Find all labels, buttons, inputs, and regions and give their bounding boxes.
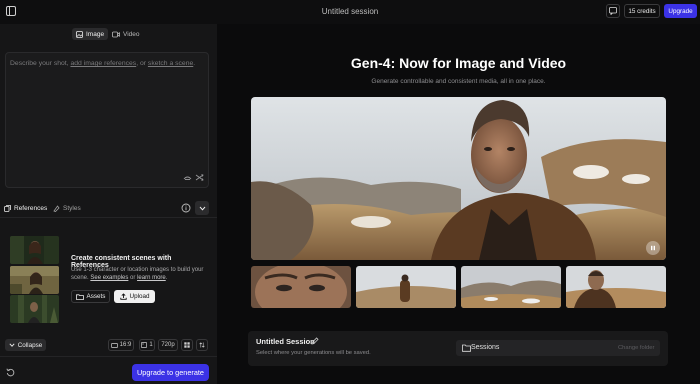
- aspect-ratio-select[interactable]: 16:9: [108, 339, 134, 351]
- upload-button[interactable]: Upload: [114, 290, 155, 303]
- tab-image[interactable]: Image: [72, 28, 109, 40]
- upload-icon: [119, 293, 127, 300]
- chat-button[interactable]: [606, 4, 620, 18]
- tab-video[interactable]: Video: [108, 28, 144, 40]
- image-count-value: 1: [149, 342, 153, 348]
- upload-label: Upload: [129, 293, 150, 300]
- credits-button[interactable]: 15 credits: [624, 4, 660, 18]
- grid-icon: [184, 342, 190, 348]
- grid-settings-button[interactable]: [181, 339, 193, 351]
- tab-image-label: Image: [86, 30, 105, 38]
- chevron-down-icon: [9, 343, 15, 347]
- references-description: Use 1-3 character or location images to …: [71, 267, 204, 282]
- collapse-label: Collapse: [17, 341, 43, 349]
- styles-icon: [53, 204, 60, 212]
- upgrade-button[interactable]: Upgrade: [664, 4, 697, 18]
- gallery-thumbnail[interactable]: [251, 266, 351, 308]
- reset-icon[interactable]: [6, 368, 15, 377]
- image-icon: [76, 30, 83, 38]
- change-folder-button[interactable]: Change folder: [618, 345, 654, 351]
- aspect-ratio-icon: [110, 342, 118, 348]
- tab-styles[interactable]: Styles: [53, 202, 81, 214]
- gallery-thumbnail[interactable]: [566, 266, 666, 308]
- prompt-placeholder: Describe your shot, add image references…: [10, 60, 196, 67]
- session-title: Untitled session: [321, 7, 379, 16]
- image-count-icon: [141, 342, 148, 348]
- hero-video-preview[interactable]: [251, 97, 666, 260]
- see-examples-link[interactable]: See examples: [90, 275, 128, 281]
- gallery-thumbnail[interactable]: [356, 266, 456, 308]
- reference-thumbnail[interactable]: [10, 266, 59, 294]
- sort-button[interactable]: [196, 339, 208, 351]
- sketch-a-scene-link[interactable]: sketch a scene: [148, 60, 193, 67]
- assets-label: Assets: [86, 293, 106, 300]
- enhance-prompt-icon[interactable]: [183, 173, 192, 182]
- folder-icon: [462, 344, 471, 352]
- tab-styles-label: Styles: [63, 204, 81, 212]
- resolution-value: 720p: [161, 342, 175, 348]
- chevron-down-icon: [199, 206, 205, 211]
- folder-icon: [75, 293, 84, 300]
- prompt-input[interactable]: [5, 52, 209, 188]
- gallery-thumbnail[interactable]: [461, 266, 561, 308]
- pencil-icon[interactable]: [311, 337, 319, 345]
- session-description: Select where your generations will be sa…: [256, 350, 371, 356]
- image-count-select[interactable]: 1: [139, 339, 155, 351]
- references-icon: [4, 204, 11, 212]
- sort-arrows-icon: [199, 342, 205, 348]
- resolution-select[interactable]: 720p: [158, 339, 178, 351]
- pause-button[interactable]: [646, 241, 660, 255]
- references-toggle-button[interactable]: [195, 201, 209, 215]
- page-subtitle: Generate controllable and consistent med…: [371, 78, 546, 85]
- aspect-ratio-value: 16:9: [119, 342, 132, 348]
- reference-thumbnail[interactable]: [10, 236, 59, 264]
- session-name: Untitled Session: [256, 337, 315, 346]
- chat-icon: [609, 7, 617, 15]
- tab-references[interactable]: References: [4, 202, 47, 214]
- learn-more-link[interactable]: learn more: [137, 275, 166, 281]
- page-title: Gen-4: Now for Image and Video: [350, 55, 567, 71]
- tab-video-label: Video: [123, 30, 140, 38]
- random-prompt-icon[interactable]: [195, 173, 204, 182]
- sessions-folder-label: Sessions: [471, 344, 500, 351]
- pause-icon: [651, 245, 655, 251]
- divider: [0, 217, 217, 218]
- tab-references-label: References: [14, 204, 48, 212]
- video-icon: [112, 31, 120, 37]
- upgrade-to-generate-button[interactable]: Upgrade to generate: [132, 364, 209, 381]
- divider: [0, 356, 217, 357]
- info-icon[interactable]: [181, 203, 191, 213]
- reference-thumbnail[interactable]: [10, 295, 59, 323]
- assets-button[interactable]: Assets: [71, 290, 110, 303]
- mode-tabs: Image Video: [0, 24, 217, 44]
- add-image-references-link[interactable]: add image references: [70, 60, 136, 67]
- collapse-button[interactable]: Collapse: [5, 339, 46, 351]
